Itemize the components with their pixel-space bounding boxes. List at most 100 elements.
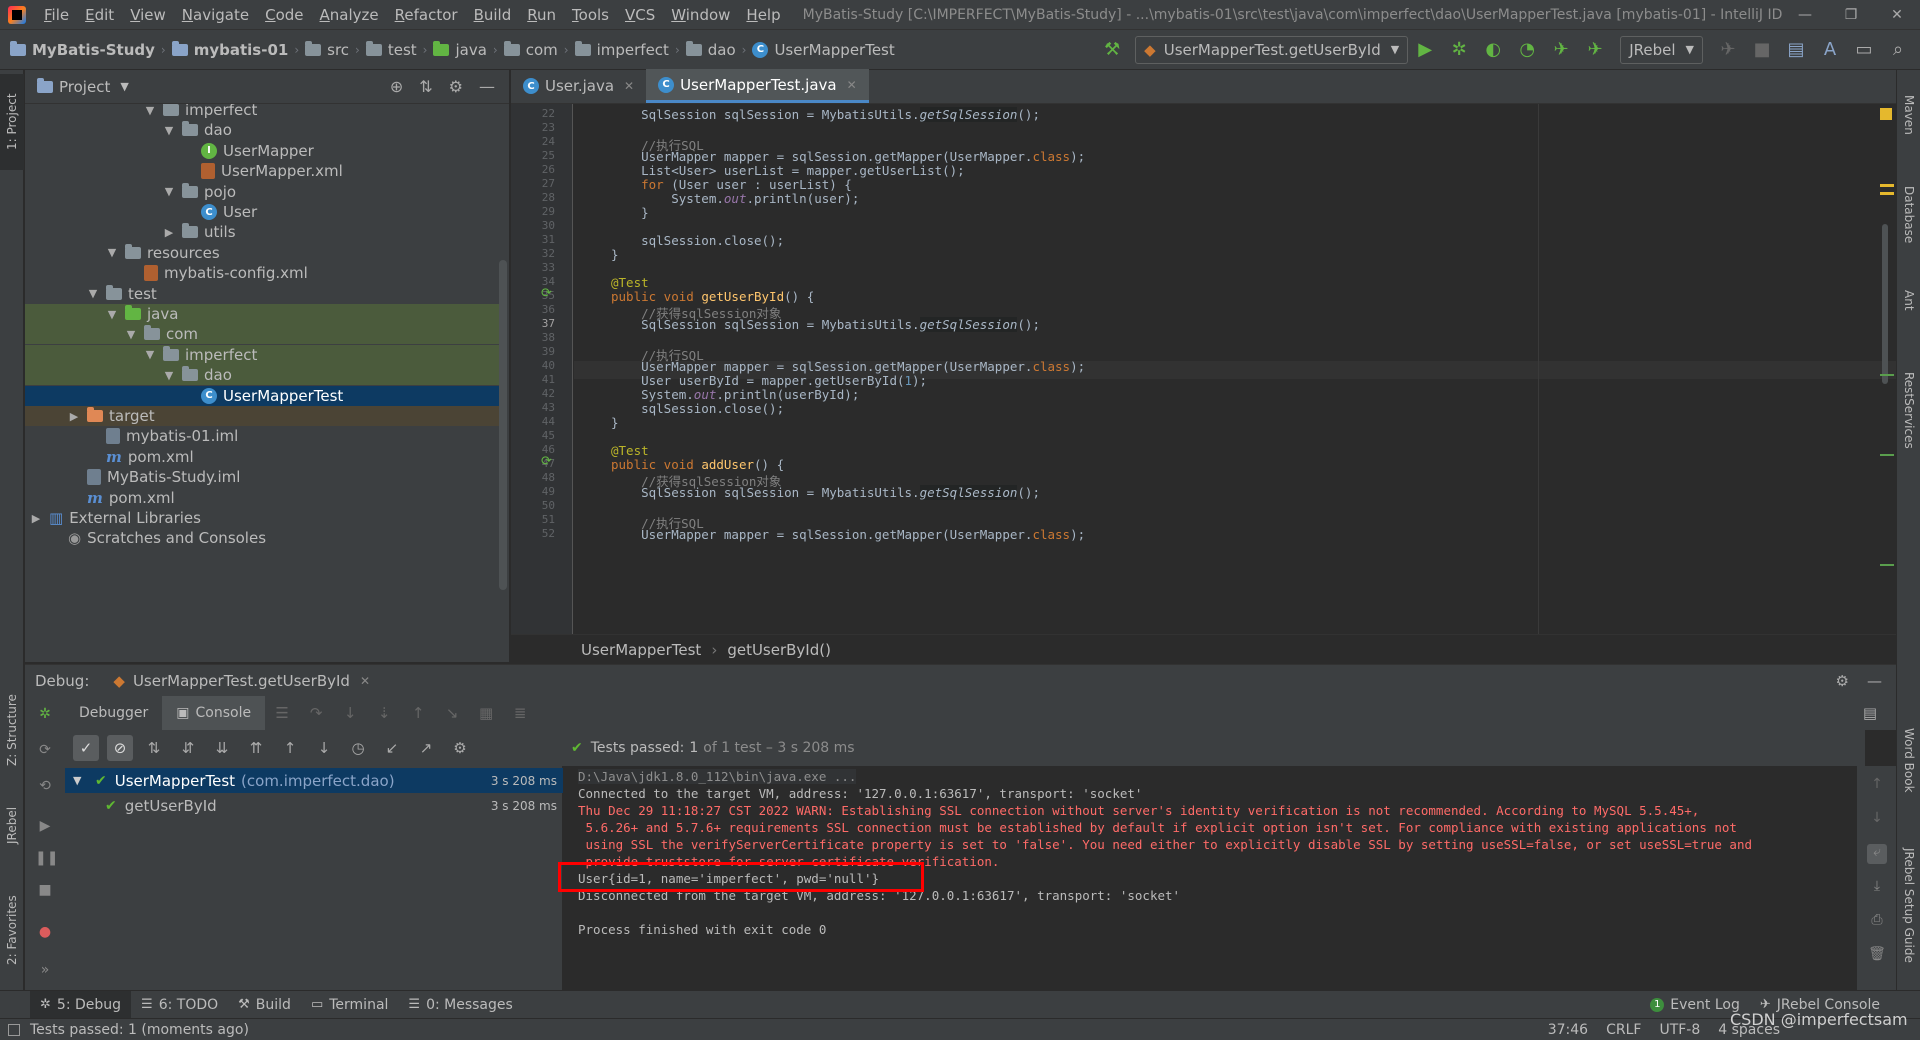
chevron-down-icon[interactable]: ▼ <box>162 369 176 382</box>
breadcrumb-item[interactable]: MyBatis-Study › <box>10 40 172 59</box>
up-icon[interactable]: ↑ <box>1867 776 1887 796</box>
coverage-icon[interactable]: ◐ <box>1479 36 1507 64</box>
expand-all-icon[interactable]: ⇊ <box>209 735 235 761</box>
test-suite-row[interactable]: ▼ ✔ UserMapperTest (com.imperfect.dao) 3… <box>65 768 563 793</box>
stop-icon[interactable]: ■ <box>35 882 55 902</box>
trace-icon[interactable]: ≣ <box>506 699 534 727</box>
warning-icon[interactable] <box>1880 108 1892 120</box>
tree-item[interactable]: MyBatis-Study.iml <box>25 467 500 487</box>
force-step-into-icon[interactable]: ⇣ <box>370 699 398 727</box>
export-icon[interactable]: ↗ <box>413 735 439 761</box>
tree-item[interactable]: mybatis-01.iml <box>25 426 500 446</box>
database-tool-tab[interactable]: Database <box>1897 170 1920 260</box>
run-test-gutter-icon[interactable]: ⟳ <box>541 454 552 469</box>
chevron-right-icon[interactable]: ▶ <box>67 410 81 423</box>
translate-icon[interactable]: A <box>1816 36 1844 64</box>
close-icon[interactable]: ✕ <box>624 79 634 93</box>
breadcrumb-class[interactable]: UserMapperTest <box>581 641 701 659</box>
previous-icon[interactable]: ↑ <box>277 735 303 761</box>
tree-item[interactable]: ▼ test <box>25 284 500 304</box>
breadcrumb-method[interactable]: getUserById() <box>727 641 831 659</box>
presentation-icon[interactable]: ▭ <box>1850 36 1878 64</box>
run-icon[interactable]: ▶ <box>1411 36 1439 64</box>
close-icon[interactable]: ✕ <box>1874 7 1920 23</box>
pause-icon[interactable]: ❚❚ <box>35 850 58 870</box>
more-icon[interactable]: » <box>35 962 55 982</box>
gear-icon[interactable]: ⚙ <box>449 77 463 96</box>
tree-item[interactable]: C UserMapperTest <box>25 385 500 406</box>
menu-code[interactable]: Code <box>257 6 311 24</box>
menu-run[interactable]: Run <box>519 6 564 24</box>
jrebel-update-icon[interactable]: ✈ <box>1714 36 1742 64</box>
word-book-tool-tab[interactable]: Word Book <box>1897 710 1920 810</box>
minimize-icon[interactable]: — <box>1782 7 1828 23</box>
hide-icon[interactable]: — <box>1867 672 1882 690</box>
tree-item[interactable]: ▼ resources <box>25 243 500 263</box>
print-icon[interactable]: ⎙ <box>1867 912 1887 932</box>
menu-help[interactable]: Help <box>738 6 788 24</box>
menu-file[interactable]: File <box>36 6 77 24</box>
list-icon[interactable]: ☰ <box>268 699 296 727</box>
collapse-all-icon[interactable]: ⇅ <box>419 77 432 96</box>
tree-scrollbar[interactable] <box>499 260 507 590</box>
toggle-tool-windows-icon[interactable] <box>8 1023 20 1036</box>
step-over-icon[interactable]: ↷ <box>302 699 330 727</box>
tree-item[interactable]: m pom.xml <box>25 488 500 508</box>
warning-marker[interactable] <box>1880 184 1894 187</box>
down-icon[interactable]: ↓ <box>1867 810 1887 830</box>
tool-build[interactable]: ⚒ Build <box>228 991 301 1019</box>
tool-todo[interactable]: ☰ 6: TODO <box>131 991 228 1019</box>
chevron-down-icon[interactable]: ▼ <box>143 348 157 361</box>
file-encoding[interactable]: UTF-8 <box>1659 1022 1700 1038</box>
chevron-down-icon[interactable]: ▼ <box>124 328 138 341</box>
tree-item[interactable]: ▶ ▥ External Libraries <box>25 508 500 528</box>
profile-icon[interactable]: ◔ <box>1513 36 1541 64</box>
breakpoints-icon[interactable]: ● <box>35 924 55 944</box>
chevron-down-icon[interactable]: ▼ <box>73 774 87 787</box>
hide-icon[interactable]: — <box>479 77 495 96</box>
breadcrumb-item[interactable]: imperfect › <box>574 40 686 59</box>
show-ignored-icon[interactable]: ⊘ <box>107 735 133 761</box>
menu-view[interactable]: View <box>122 6 174 24</box>
favorites-tool-tab[interactable]: 2: Favorites <box>0 880 24 980</box>
caret-position[interactable]: 37:46 <box>1548 1022 1588 1038</box>
gear-icon[interactable]: ⚙ <box>1836 672 1849 690</box>
warning-marker[interactable] <box>1880 192 1894 195</box>
line-separator[interactable]: CRLF <box>1606 1022 1641 1038</box>
menu-navigate[interactable]: Navigate <box>174 6 257 24</box>
evaluate-icon[interactable]: ▦ <box>472 699 500 727</box>
layout-icon[interactable]: ▤ <box>1856 699 1884 727</box>
tree-item[interactable]: ▶ utils <box>25 222 500 242</box>
project-structure-icon[interactable]: ▤ <box>1782 36 1810 64</box>
tree-item[interactable]: I UserMapper <box>25 141 500 161</box>
tool-messages[interactable]: ☰ 0: Messages <box>398 991 522 1019</box>
chevron-right-icon[interactable]: ▶ <box>29 512 43 525</box>
tree-item[interactable]: ▼ com <box>25 324 500 345</box>
gear-icon[interactable]: ⚙ <box>447 735 473 761</box>
show-passed-icon[interactable]: ✓ <box>73 735 99 761</box>
sort-alpha-icon[interactable]: ⇅ <box>141 735 167 761</box>
test-case-row[interactable]: ✔ getUserById 3 s 208 ms <box>65 793 563 818</box>
tool-debug[interactable]: ✲ 5: Debug <box>30 990 132 1019</box>
jrebel-select[interactable]: JRebel ▼ <box>1620 35 1703 64</box>
tree-item[interactable]: ▶ target <box>25 406 500 426</box>
chevron-down-icon[interactable]: ▼ <box>143 104 157 117</box>
tree-item[interactable]: ◉ Scratches and Consoles <box>25 528 500 548</box>
scroll-to-end-icon[interactable]: ⤓ <box>1867 878 1887 898</box>
chevron-right-icon[interactable]: ▶ <box>162 226 176 239</box>
jrebel-tool-tab[interactable]: JRebel <box>0 790 24 860</box>
project-tool-tab[interactable]: 1: Project <box>0 74 24 170</box>
chevron-down-icon[interactable]: ▼ <box>86 287 100 300</box>
close-icon[interactable]: ✕ <box>360 674 370 688</box>
run-test-gutter-icon[interactable]: ⟳ <box>541 286 552 301</box>
tree-item[interactable]: ▼ imperfect <box>25 344 500 365</box>
chevron-down-icon[interactable]: ▼ <box>162 185 176 198</box>
jrebel-setup-guide-tool-tab[interactable]: JRebel Setup Guide <box>1897 830 1920 980</box>
menu-edit[interactable]: Edit <box>77 6 122 24</box>
rerun-icon[interactable]: ✲ <box>35 706 55 726</box>
toggle-icon[interactable]: ⟲ <box>35 778 55 798</box>
tree-item[interactable]: ▼ java <box>25 304 500 324</box>
menu-tools[interactable]: Tools <box>564 6 617 24</box>
tree-item[interactable]: ▼ imperfect <box>25 104 500 120</box>
collapse-all-icon[interactable]: ⇈ <box>243 735 269 761</box>
